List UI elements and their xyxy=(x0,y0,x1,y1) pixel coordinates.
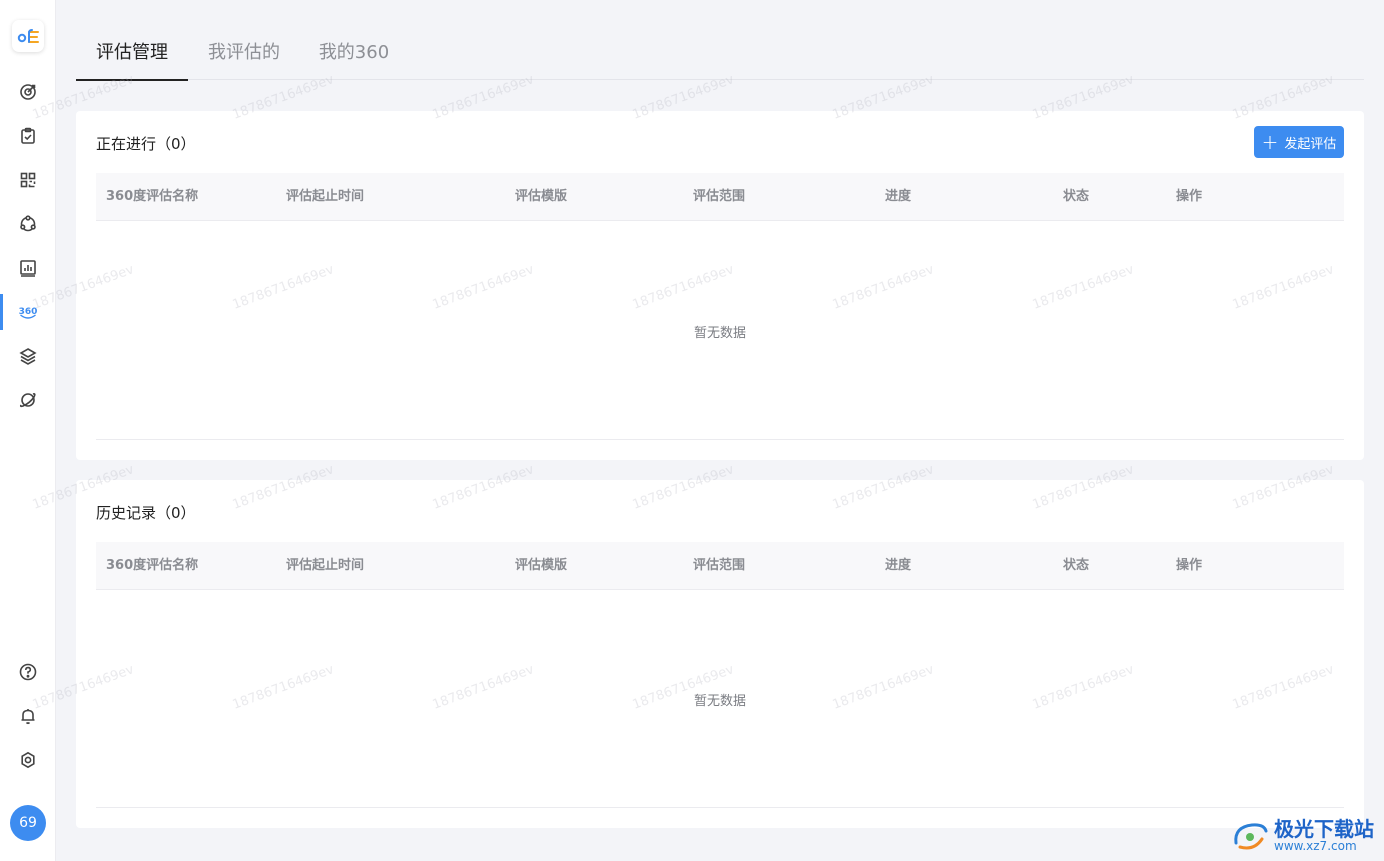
ongoing-empty-text: 暂无数据 xyxy=(693,326,746,341)
brand-swirl-icon xyxy=(1234,823,1268,850)
history-table-header: 360度评估名称 评估起止时间 评估模版 评估范围 进度 状态 操作 xyxy=(96,542,1344,590)
nav-reports[interactable] xyxy=(0,248,56,288)
nav-settings[interactable] xyxy=(0,740,56,780)
bell-icon xyxy=(21,709,35,725)
help-icon xyxy=(19,663,37,681)
tab-evaluation-management[interactable]: 评估管理 xyxy=(76,22,188,81)
history-empty-text: 暂无数据 xyxy=(693,694,746,709)
bar-chart-icon xyxy=(20,260,36,277)
nav-explore[interactable] xyxy=(0,380,56,420)
ongoing-card: 正在进行（0） + 发起评估 360度评估名称 评估起止时间 评估模版 评估范围… xyxy=(76,111,1364,460)
col-status[interactable]: 状态 xyxy=(1063,173,1089,221)
ongoing-table-bottom xyxy=(96,439,1344,440)
settings-icon xyxy=(21,751,35,769)
ongoing-title: 正在进行（0） xyxy=(96,135,196,153)
nav-organization[interactable] xyxy=(0,204,56,244)
col-actions[interactable]: 操作 xyxy=(1176,542,1202,590)
plus-icon: + xyxy=(1261,130,1279,154)
nav-help[interactable] xyxy=(0,652,56,692)
planet-icon xyxy=(19,393,36,408)
col-status[interactable]: 状态 xyxy=(1063,542,1089,590)
app-logo[interactable] xyxy=(12,20,44,52)
history-title: 历史记录（0） xyxy=(96,504,196,522)
target-icon xyxy=(20,84,36,100)
site-brand: 极光下载站 www.xz7.com xyxy=(1230,819,1374,853)
nav-notifications[interactable] xyxy=(0,696,56,736)
clipboard-check-icon xyxy=(21,127,35,144)
nav-learning[interactable] xyxy=(0,336,56,376)
start-evaluation-label: 发起评估 xyxy=(1284,136,1337,152)
nav-360[interactable]: 360 xyxy=(0,292,56,332)
nav-tasks[interactable] xyxy=(0,116,56,156)
user-avatar[interactable]: 69 xyxy=(10,805,46,841)
col-scope[interactable]: 评估范围 xyxy=(693,542,745,590)
start-evaluation-button[interactable]: + 发起评估 xyxy=(1254,126,1344,158)
col-progress[interactable]: 进度 xyxy=(885,173,911,221)
grid-apps-icon xyxy=(20,172,36,188)
org-cycle-icon xyxy=(20,215,36,232)
col-template[interactable]: 评估模版 xyxy=(515,173,567,221)
col-time-range[interactable]: 评估起止时间 xyxy=(286,173,364,221)
nav-goals[interactable] xyxy=(0,72,56,112)
col-name[interactable]: 360度评估名称 xyxy=(106,542,198,590)
of-logo-icon xyxy=(17,29,39,43)
layers-icon xyxy=(19,348,37,365)
top-tabs: 评估管理 我评估的 我的360 xyxy=(76,22,1364,81)
history-card: 历史记录（0） 360度评估名称 评估起止时间 评估模版 评估范围 进度 状态 … xyxy=(76,480,1364,828)
col-scope[interactable]: 评估范围 xyxy=(693,173,745,221)
col-name[interactable]: 360度评估名称 xyxy=(106,173,198,221)
brand-url: www.xz7.com xyxy=(1274,839,1357,854)
sidebar: 360 69 xyxy=(0,0,56,861)
nav-apps[interactable] xyxy=(0,160,56,200)
tab-my-evaluations[interactable]: 我评估的 xyxy=(198,22,290,80)
360-icon: 360 xyxy=(19,307,37,319)
col-progress[interactable]: 进度 xyxy=(885,542,911,590)
tab-my-360[interactable]: 我的360 xyxy=(310,22,398,80)
ongoing-table-header: 360度评估名称 评估起止时间 评估模版 评估范围 进度 状态 操作 xyxy=(96,173,1344,221)
col-template[interactable]: 评估模版 xyxy=(515,542,567,590)
brand-name: 极光下载站 xyxy=(1274,817,1374,842)
col-time-range[interactable]: 评估起止时间 xyxy=(286,542,364,590)
history-table-bottom xyxy=(96,807,1344,808)
col-actions[interactable]: 操作 xyxy=(1176,173,1202,221)
